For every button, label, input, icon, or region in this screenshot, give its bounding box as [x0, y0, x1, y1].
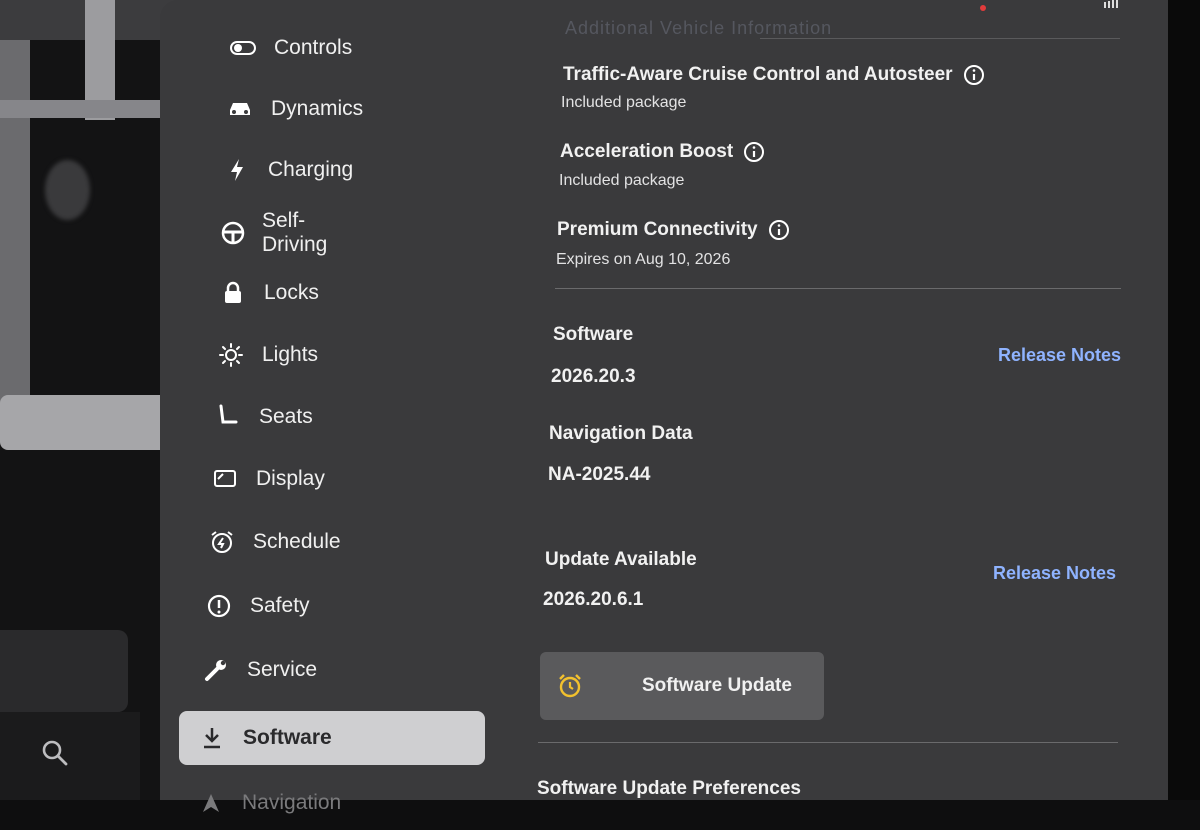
sidebar-item-navigation[interactable]: Navigation: [196, 776, 341, 830]
divider: [555, 288, 1121, 289]
sidebar-item-label: Service: [247, 658, 318, 681]
sidebar-item-label: Self-Driving: [262, 209, 328, 256]
software-update-label: Software Update: [642, 675, 792, 696]
settings-sidebar: Controls Dynamics Charging Self-Driving …: [0, 0, 485, 814]
info-icon[interactable]: [743, 141, 765, 163]
toggle-icon: [228, 33, 258, 63]
sidebar-item-locks[interactable]: Locks: [218, 266, 319, 320]
sidebar-item-safety[interactable]: Safety: [204, 579, 310, 633]
signal-icon: [1104, 0, 1118, 8]
feature-subtitle: Expires on Aug 10, 2026: [556, 251, 731, 268]
download-icon: [197, 723, 227, 753]
feature-title: Acceleration Boost: [560, 141, 765, 163]
alert-circle-icon: [204, 591, 234, 621]
wrench-icon: [201, 655, 231, 685]
update-version: 2026.20.6.1: [543, 589, 644, 610]
software-label: Software: [553, 324, 634, 345]
software-version: 2026.20.3: [551, 366, 636, 387]
sidebar-item-controls[interactable]: Controls: [228, 21, 352, 75]
seat-icon: [213, 402, 243, 432]
sidebar-item-label: Software: [243, 726, 332, 749]
feature-subtitle: Included package: [561, 94, 687, 111]
sidebar-item-label: Charging: [268, 158, 354, 181]
info-icon[interactable]: [768, 219, 790, 241]
lightning-icon: [222, 155, 252, 185]
alarm-clock-icon: [559, 674, 581, 698]
sidebar-item-service[interactable]: Service: [201, 643, 317, 697]
sidebar-item-seats[interactable]: Seats: [213, 390, 313, 444]
car-icon: [225, 94, 255, 124]
feature-subtitle: Included package: [559, 172, 685, 189]
screen-bezel: [1168, 0, 1200, 800]
update-available-label: Update Available: [545, 549, 697, 570]
software-update-button[interactable]: Software Update: [540, 652, 824, 720]
feature-title: Traffic-Aware Cruise Control and Autoste…: [563, 64, 985, 86]
sidebar-item-label: Safety: [250, 594, 310, 617]
sidebar-item-software[interactable]: Software: [179, 711, 485, 765]
sidebar-item-charging[interactable]: Charging: [222, 143, 353, 197]
feature-title: Premium Connectivity: [557, 219, 790, 241]
feature-title-text: Premium Connectivity: [557, 219, 758, 240]
navigation-arrow-icon: [196, 788, 226, 818]
feature-title-text: Traffic-Aware Cruise Control and Autoste…: [563, 64, 953, 85]
display-icon: [210, 464, 240, 494]
release-notes-link[interactable]: Release Notes: [998, 345, 1121, 366]
navigation-data-version: NA-2025.44: [548, 464, 651, 485]
steering-wheel-icon: [220, 218, 246, 248]
feature-title-text: Acceleration Boost: [560, 141, 734, 162]
sidebar-item-lights[interactable]: Lights: [216, 328, 318, 382]
divider: [538, 742, 1118, 743]
status-indicator-dot: [980, 5, 986, 11]
lock-icon: [218, 278, 248, 308]
sidebar-item-self-driving[interactable]: Self-Driving: [220, 206, 340, 260]
sidebar-item-dynamics[interactable]: Dynamics: [225, 82, 363, 136]
sidebar-item-label: Schedule: [253, 530, 341, 553]
release-notes-link[interactable]: Release Notes: [993, 563, 1116, 584]
sidebar-item-label: Dynamics: [271, 97, 364, 120]
sidebar-item-display[interactable]: Display: [210, 452, 325, 506]
sidebar-item-schedule[interactable]: Schedule: [207, 515, 341, 569]
sidebar-item-label: Navigation: [242, 791, 342, 814]
sidebar-item-label: Display: [256, 467, 325, 490]
navigation-data-label: Navigation Data: [549, 423, 693, 444]
sidebar-item-label: Controls: [274, 36, 353, 59]
update-preferences-title: Software Update Preferences: [537, 778, 801, 799]
info-icon[interactable]: [963, 64, 985, 86]
sidebar-item-label: Seats: [259, 405, 313, 428]
alarm-clock-icon: [207, 527, 237, 557]
sidebar-item-label: Locks: [264, 281, 319, 304]
sidebar-item-label: Lights: [262, 343, 319, 366]
divider: [760, 38, 1120, 39]
sun-icon: [216, 340, 246, 370]
section-header-faded: Additional Vehicle Information: [565, 18, 833, 38]
